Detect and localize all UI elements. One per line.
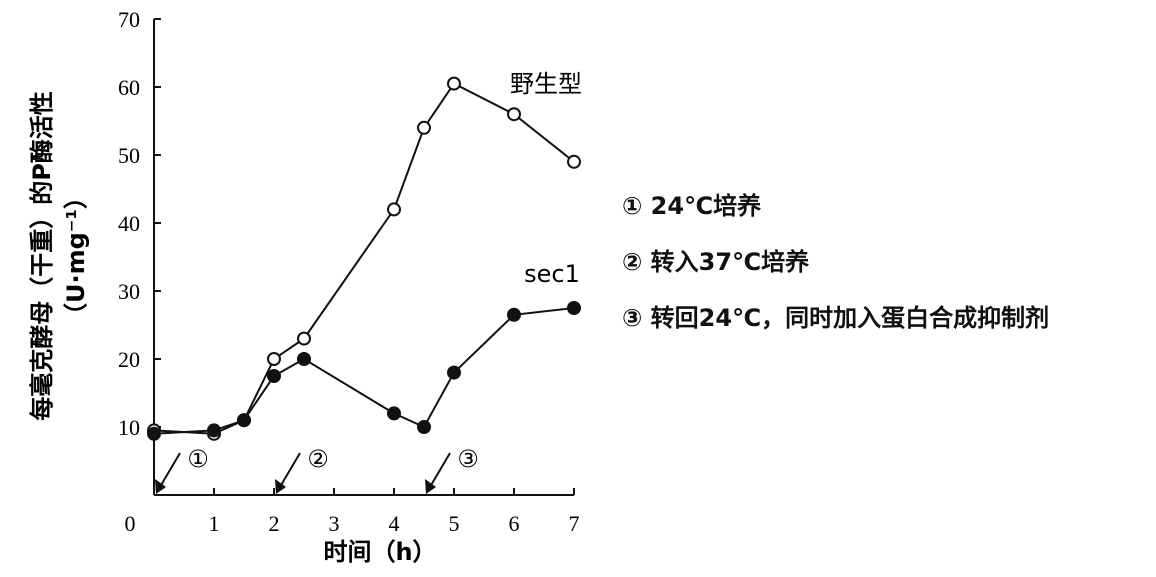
y-tick-label: 60 [118, 75, 140, 100]
marker-label-2: ② [307, 445, 329, 473]
data-point-filled [297, 352, 311, 366]
y-tick-label: 20 [118, 347, 140, 372]
data-point-open [267, 352, 281, 366]
data-point-open [447, 76, 461, 91]
data-point-filled [447, 365, 461, 380]
series-line-2 [153, 307, 575, 435]
legend-item-3: ③ 转回24℃，同时加入蛋白合成抑制剂 [622, 304, 1050, 332]
legend: ① 24℃培养 ② 转入37℃培养 ③ 转回24℃，同时加入蛋白合成抑制剂 [622, 186, 1049, 354]
data-point-open [297, 331, 311, 346]
y-tick-label: 40 [118, 211, 140, 236]
x-tick-label: 1 [209, 511, 220, 536]
marker-label-1: ① [187, 445, 209, 473]
data-point-open [507, 107, 521, 122]
legend-item-1: ① 24℃培养 [622, 192, 762, 220]
x-tick-label: 6 [509, 511, 520, 536]
y-tick-label: 70 [118, 7, 140, 32]
x-tick-label: 2 [269, 511, 280, 536]
x-tick-label: 0 [125, 511, 136, 536]
data-point-open [567, 154, 581, 169]
data-point-filled [237, 413, 251, 428]
series-line-1 [153, 82, 575, 435]
x-tick-label: 4 [389, 511, 400, 536]
data-point-filled [267, 369, 281, 383]
y-tick-label: 50 [118, 143, 140, 168]
data-point-filled [507, 307, 521, 322]
y-tick-label: 10 [118, 415, 140, 440]
y-axis-unit: （U·mg⁻¹） [62, 185, 90, 327]
data-point-filled [147, 426, 161, 441]
series-label-2: sec1 [524, 260, 580, 288]
x-tick-label: 7 [569, 511, 580, 536]
data-point-filled [567, 301, 581, 315]
data-point-filled [387, 406, 401, 421]
data-point-filled [417, 420, 431, 434]
legend-item-2: ② 转入37℃培养 [622, 248, 810, 276]
marker-label-3: ③ [457, 445, 479, 473]
x-axis-title: 时间（h） [323, 538, 436, 566]
data-point-open [417, 120, 431, 135]
series-label-1: 野生型 [510, 70, 582, 98]
x-tick-label: 3 [329, 511, 340, 536]
y-axis-title: 每毫克酵母（干重）的P酶活性 [28, 91, 56, 421]
y-tick-label: 30 [118, 279, 140, 304]
x-tick-label: 5 [449, 511, 460, 536]
data-point-filled [207, 423, 221, 438]
data-point-open [387, 202, 401, 217]
